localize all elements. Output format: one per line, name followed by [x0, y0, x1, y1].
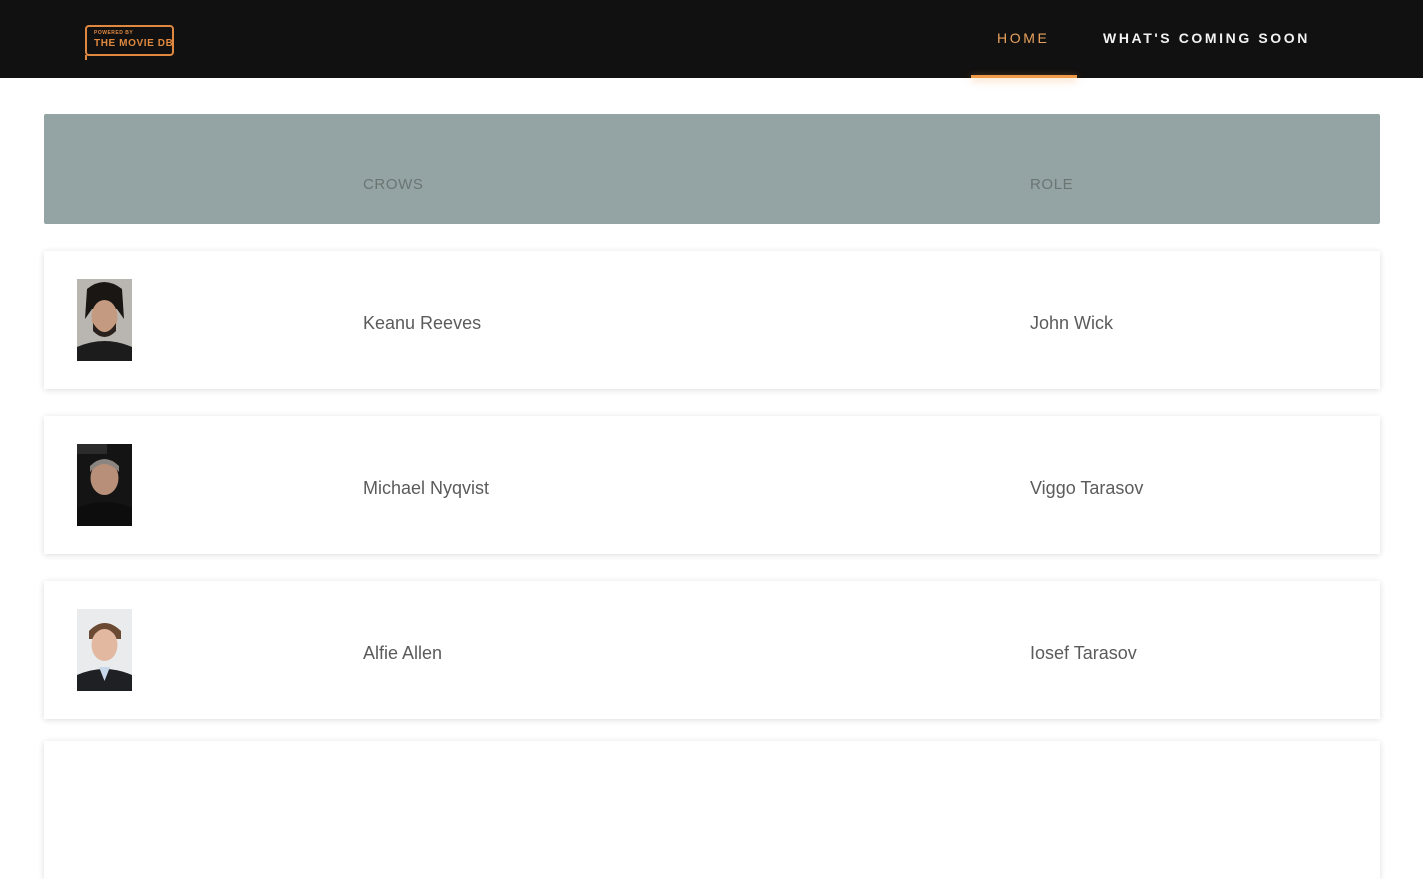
cast-row-partial	[44, 741, 1380, 879]
column-header-crows: CROWS	[363, 176, 424, 193]
logo-title-text: THE MOVIE DB	[94, 38, 174, 49]
top-navbar: POWERED BY THE MOVIE DB HOME WHAT'S COMI…	[0, 0, 1423, 78]
actor-name: Alfie Allen	[363, 643, 443, 663]
actor-role: Iosef Tarasov	[1030, 643, 1137, 663]
cast-row: Michael Nyqvist Viggo Tarasov	[44, 416, 1380, 554]
cast-row: Alfie Allen Iosef Tarasov	[44, 581, 1380, 719]
actor-portrait-image	[77, 609, 132, 691]
column-header-role: ROLE	[1030, 176, 1074, 193]
nav-home-link[interactable]: HOME	[997, 30, 1049, 46]
cast-table-header: CROWS ROLE	[44, 114, 1380, 224]
actor-portrait-image	[77, 279, 132, 361]
actor-role: Viggo Tarasov	[1030, 478, 1144, 498]
tmdb-logo[interactable]: POWERED BY THE MOVIE DB	[85, 25, 174, 60]
actor-role: John Wick	[1030, 313, 1114, 333]
cast-row: Keanu Reeves John Wick	[44, 251, 1380, 389]
logo-powered-by-text: POWERED BY	[94, 30, 134, 36]
active-nav-indicator	[971, 75, 1077, 78]
nav-coming-soon-link[interactable]: WHAT'S COMING SOON	[1103, 30, 1310, 46]
actor-name: Keanu Reeves	[363, 313, 482, 333]
actor-portrait-image	[77, 444, 132, 526]
actor-name: Michael Nyqvist	[363, 478, 490, 498]
